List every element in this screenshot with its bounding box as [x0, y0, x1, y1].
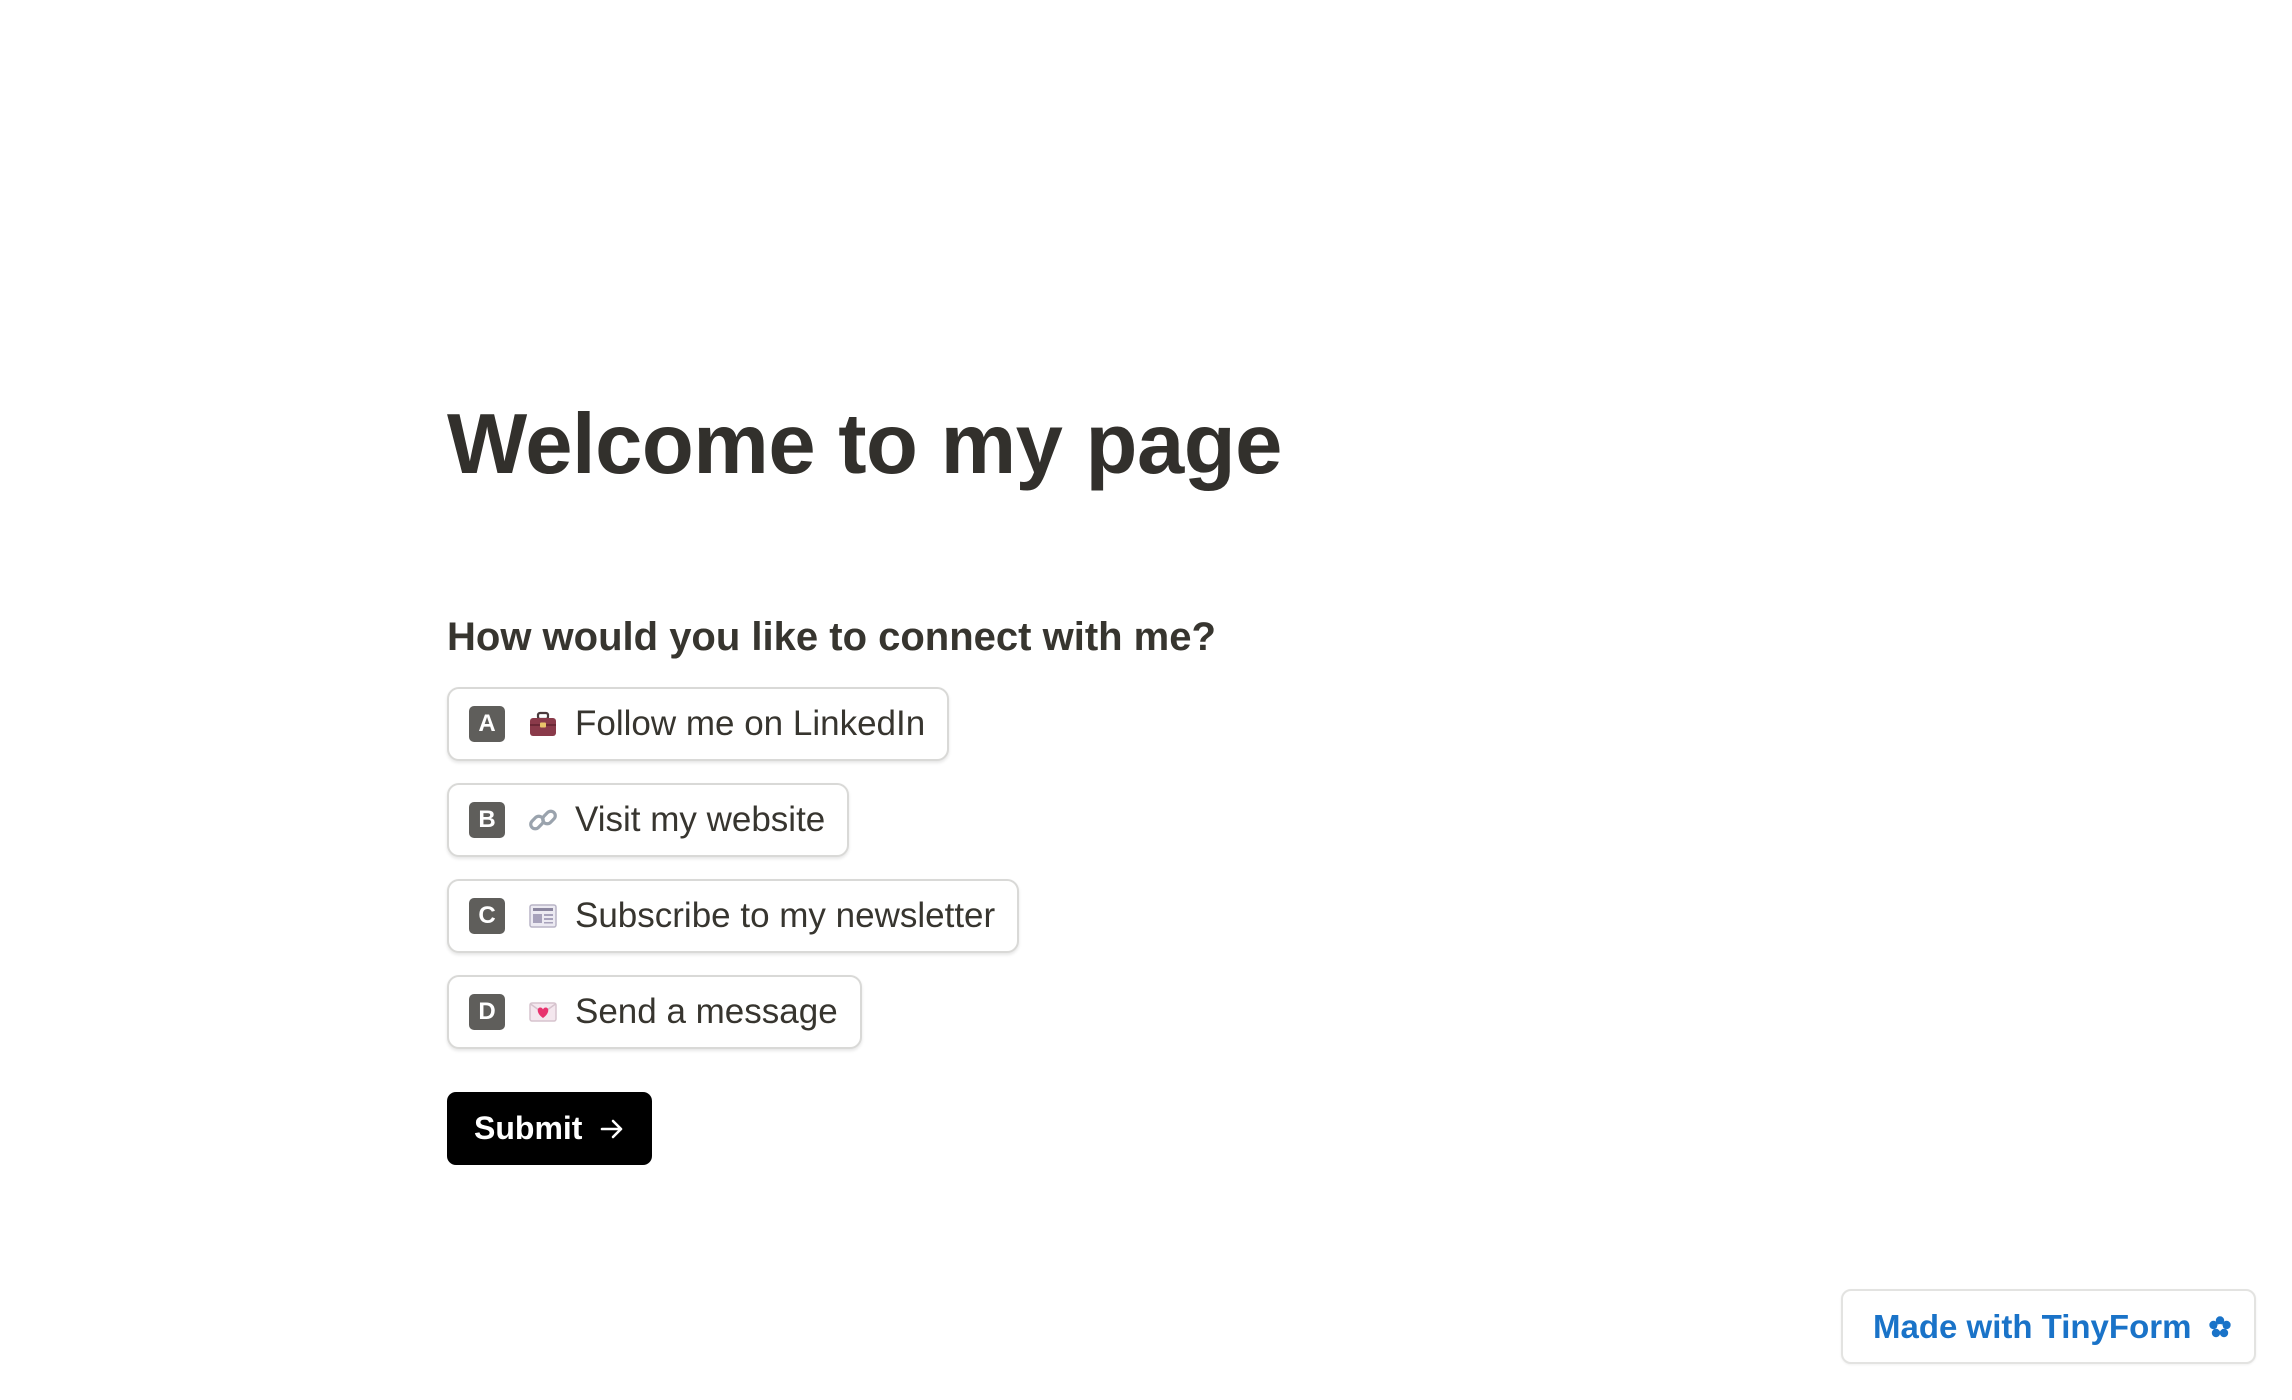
arrow-right-icon — [598, 1115, 626, 1143]
form-content: Welcome to my page How would you like to… — [447, 390, 1547, 1165]
option-key-badge: D — [469, 994, 505, 1030]
made-with-tinyform-badge[interactable]: Made with TinyForm — [1841, 1289, 2256, 1364]
option-label: Follow me on LinkedIn — [575, 704, 926, 743]
options-list: A Follow me on LinkedIn B Visit my websi… — [447, 687, 1020, 1071]
option-website[interactable]: B Visit my website — [447, 783, 850, 857]
badge-label: Made with TinyForm — [1873, 1307, 2192, 1345]
option-label: Send a message — [575, 992, 838, 1031]
question-label: How would you like to connect with me? — [447, 615, 1216, 659]
link-icon — [525, 802, 561, 838]
option-newsletter[interactable]: C Subscribe to my newsletter — [447, 879, 1020, 953]
option-key-badge: A — [469, 706, 505, 742]
submit-button[interactable]: Submit — [447, 1092, 653, 1165]
option-key-badge: B — [469, 802, 505, 838]
tinyform-flower-icon — [2207, 1314, 2233, 1340]
page-title: Welcome to my page — [447, 397, 1282, 492]
love-letter-icon — [525, 994, 561, 1030]
option-label: Visit my website — [575, 800, 826, 839]
option-message[interactable]: D Send a message — [447, 975, 862, 1049]
submit-label: Submit — [474, 1110, 583, 1146]
briefcase-icon — [525, 706, 561, 742]
newspaper-icon — [525, 898, 561, 934]
option-key-badge: C — [469, 898, 505, 934]
option-label: Subscribe to my newsletter — [575, 896, 996, 935]
option-linkedin[interactable]: A Follow me on LinkedIn — [447, 687, 950, 761]
page: Welcome to my page How would you like to… — [0, 0, 2292, 1400]
